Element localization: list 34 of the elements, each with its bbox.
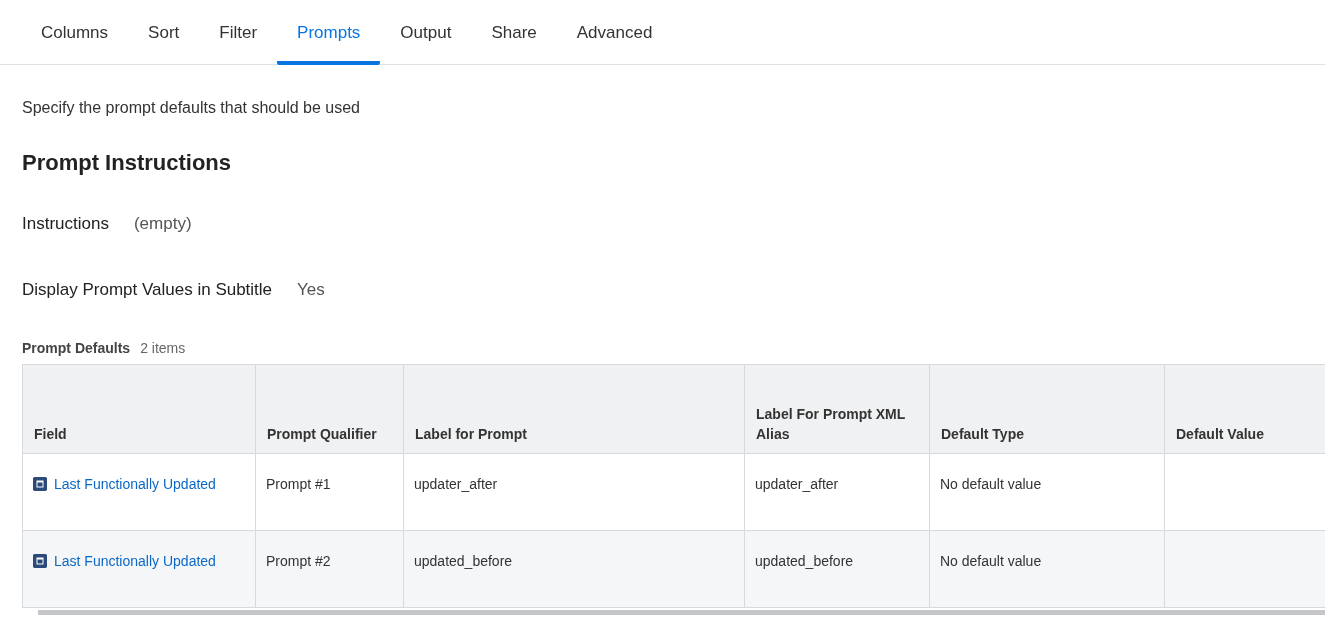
tab[interactable]: Output (380, 0, 472, 65)
table-cell: No default value (929, 530, 1165, 608)
table-title: Prompt Defaults (22, 340, 131, 356)
column-header: Field (22, 364, 256, 454)
column-header: Label For Prompt XML Alias (744, 364, 930, 454)
horizontal-scrollbar[interactable] (38, 610, 1325, 615)
table-cell: updated_before (744, 530, 930, 608)
column-header: Label for Prompt (403, 364, 745, 454)
table-cell: updater_after (403, 453, 745, 531)
table-cell: Prompt #1 (255, 453, 404, 531)
section-title: Prompt Instructions (22, 150, 232, 176)
table-cell: No default value (929, 453, 1165, 531)
table-cell: updater_after (744, 453, 930, 531)
field-link[interactable]: Last Functionally Updated (54, 553, 216, 569)
tab[interactable]: Share (471, 0, 557, 65)
tab[interactable]: Columns (21, 0, 129, 65)
field-value: Yes (297, 280, 325, 300)
column-header: Default Value (1164, 364, 1325, 454)
table-cell: updated_before (403, 530, 745, 608)
field-link[interactable]: Last Functionally Updated (54, 476, 216, 492)
tab[interactable]: Advanced (556, 0, 673, 65)
column-header: Prompt Qualifier (255, 364, 404, 454)
field-value: (empty) (133, 214, 192, 234)
tab[interactable]: Filter (199, 0, 278, 65)
column-header: Default Type (929, 364, 1165, 454)
field-label: Display Prompt Values in Subtitle (22, 280, 273, 300)
tab[interactable]: Sort (128, 0, 200, 65)
calendar-icon (33, 554, 47, 568)
table-cell: Prompt #2 (255, 530, 404, 608)
description-text: Specify the prompt defaults that should be used (22, 99, 361, 117)
tab[interactable]: Prompts (277, 0, 381, 65)
item-count: 2 items (140, 340, 186, 356)
calendar-icon (33, 477, 47, 491)
field-label: Instructions (22, 214, 109, 234)
